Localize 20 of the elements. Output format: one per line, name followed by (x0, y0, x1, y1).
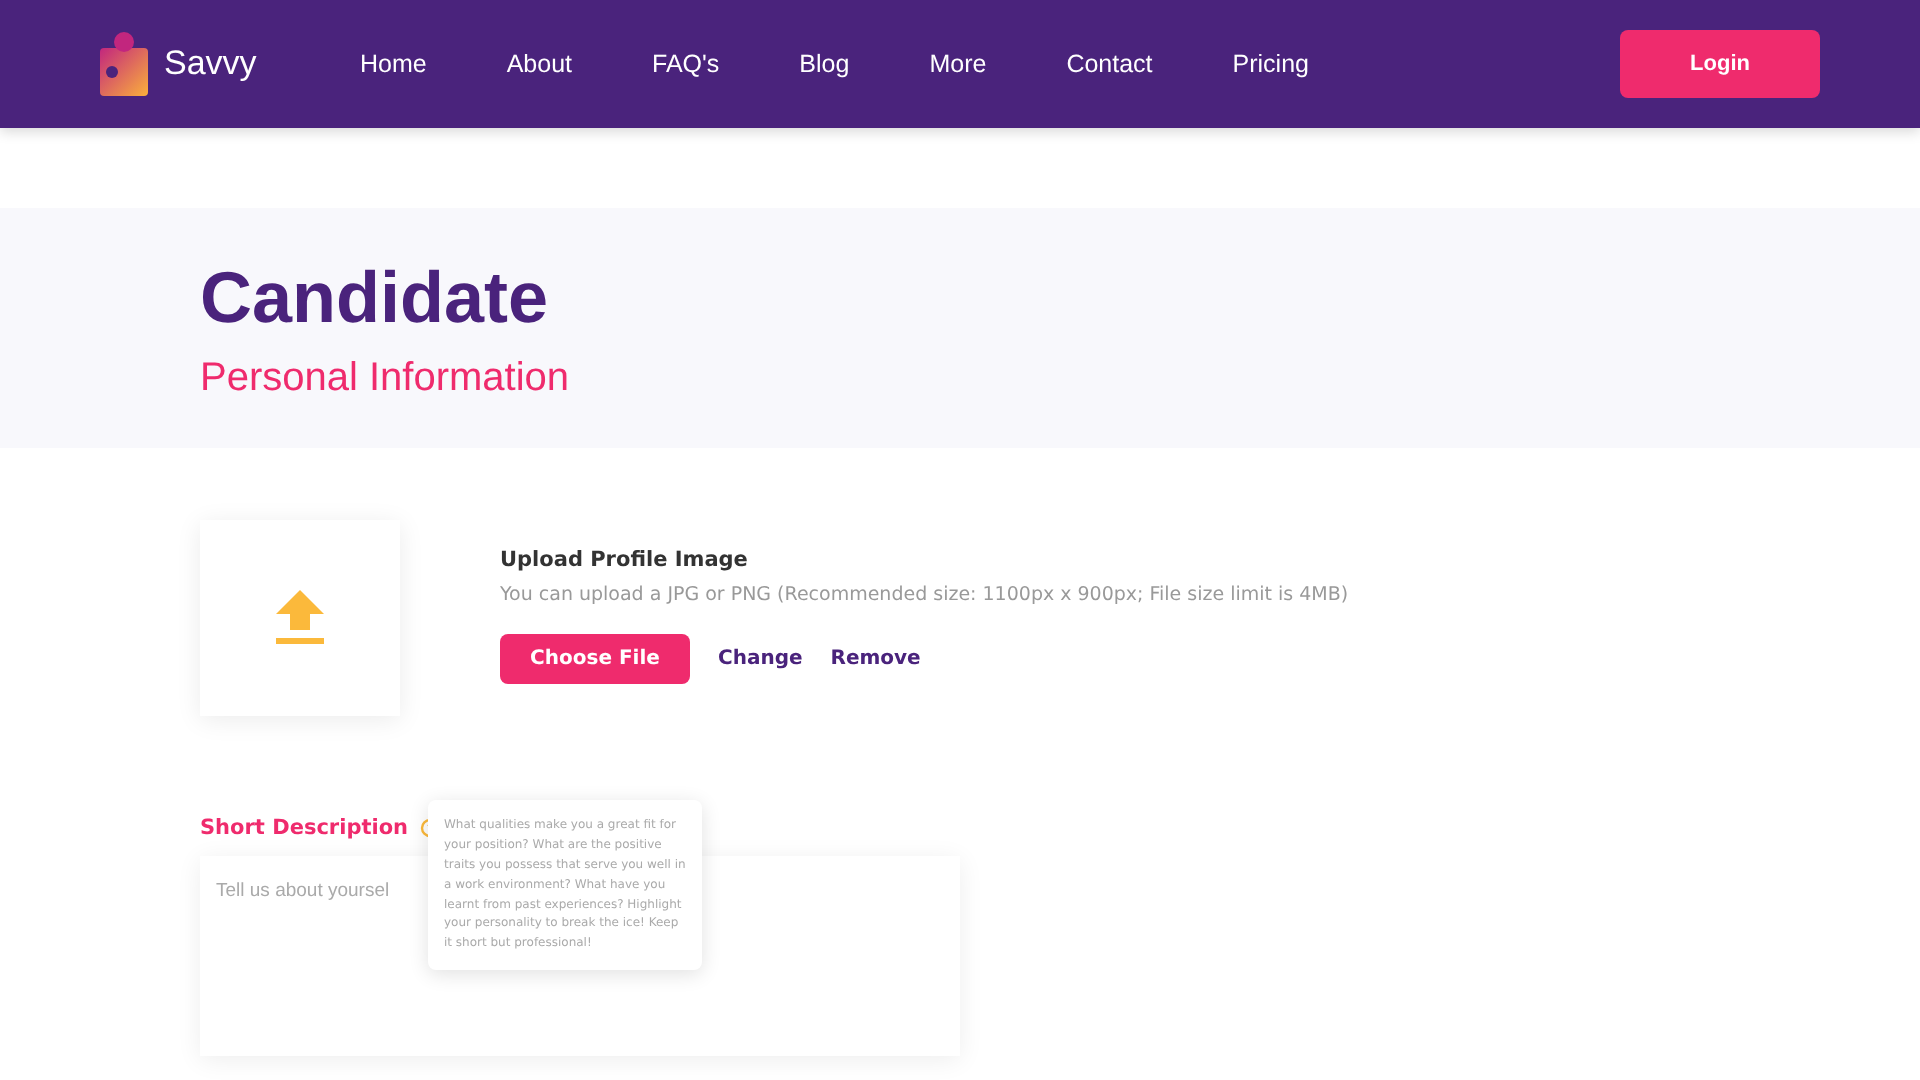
upload-hint: You can upload a JPG or PNG (Recommended size: 1100px x 900px; File size limit is 4MB) (500, 584, 1349, 606)
image-upload-area[interactable] (200, 520, 400, 716)
upload-icon (276, 590, 324, 646)
remove-link[interactable]: Remove (830, 648, 921, 670)
choose-file-button[interactable]: Choose File (500, 634, 690, 684)
short-description-label: Short Description (200, 816, 409, 840)
brand-name: Savvy (164, 44, 257, 84)
nav-link[interactable]: More (889, 50, 1027, 78)
nav-link[interactable]: Home (360, 50, 467, 78)
nav-link[interactable]: FAQ's (612, 50, 760, 78)
upload-title: Upload Profile Image (500, 548, 750, 572)
nav-link[interactable]: Blog (759, 50, 890, 78)
nav-link[interactable]: Pricing (1192, 50, 1349, 78)
nav-link[interactable]: About (466, 50, 613, 78)
puzzle-logo-icon (100, 32, 148, 96)
section-subtitle: Personal Information (200, 356, 572, 402)
page-title: Candidate (200, 256, 551, 340)
change-link[interactable]: Change (718, 648, 803, 670)
nav-link[interactable]: Contact (1026, 50, 1193, 78)
login-button[interactable]: Login (1620, 30, 1820, 98)
